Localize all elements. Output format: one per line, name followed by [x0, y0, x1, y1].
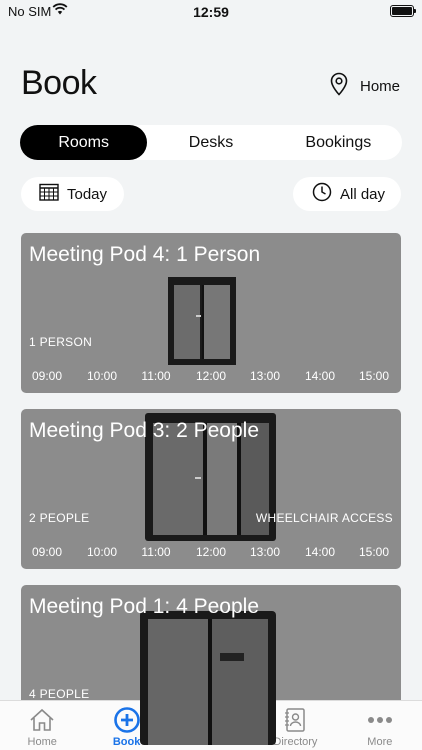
calendar-icon	[39, 183, 59, 205]
battery-icon	[390, 5, 416, 17]
location-selector[interactable]: Home	[330, 72, 400, 100]
tab-rooms[interactable]: Rooms	[20, 125, 148, 160]
room-accessibility: WHEELCHAIR ACCESS	[255, 511, 393, 525]
tab-home[interactable]: Home	[0, 701, 84, 750]
date-filter-label: Today	[67, 185, 108, 203]
timeslot[interactable]: 12:00	[193, 545, 229, 559]
view-segmented-control: Rooms Desks Bookings	[20, 125, 402, 160]
home-icon	[30, 708, 54, 731]
room-capacity: 2 PEOPLE	[29, 511, 90, 525]
clock: 12:59	[193, 4, 229, 20]
room-card[interactable]: Meeting Pod 3: 2 People 2 PEOPLE WHEELCH…	[21, 409, 401, 569]
room-capacity: 4 PEOPLE	[29, 687, 90, 701]
timeslot[interactable]: 13:00	[247, 545, 283, 559]
tab-book-label: Book	[112, 736, 141, 748]
timeslot[interactable]: 09:00	[29, 545, 65, 559]
tab-bookings[interactable]: Bookings	[275, 125, 402, 160]
contacts-book-icon	[285, 708, 306, 732]
timeslot-row: 09:00 10:00 11:00 12:00 13:00 14:00 15:0…	[21, 369, 401, 383]
timeslot[interactable]: 10:00	[84, 369, 120, 383]
date-filter-button[interactable]: Today	[21, 177, 124, 211]
page-title: Book	[21, 64, 97, 102]
meeting-pod-image	[140, 611, 276, 745]
room-title: Meeting Pod 3: 2 People	[29, 419, 259, 442]
tab-home-label: Home	[27, 736, 57, 748]
tab-more-label: More	[367, 736, 393, 748]
plus-circle-icon	[113, 707, 140, 733]
clock-icon	[312, 182, 332, 206]
ellipsis-icon	[367, 717, 392, 723]
map-pin-icon	[330, 72, 348, 100]
timeslot[interactable]: 11:00	[138, 369, 174, 383]
timeslot[interactable]: 09:00	[29, 369, 65, 383]
timeslot[interactable]: 14:00	[302, 369, 338, 383]
timeslot[interactable]: 11:00	[138, 545, 174, 559]
time-filter-label: All day	[340, 185, 386, 203]
meeting-pod-image	[168, 277, 236, 365]
timeslot[interactable]: 10:00	[84, 545, 120, 559]
timeslot-row: 09:00 10:00 11:00 12:00 13:00 14:00 15:0…	[21, 545, 401, 559]
timeslot[interactable]: 15:00	[356, 545, 392, 559]
tab-more[interactable]: More	[338, 701, 422, 750]
tab-desks[interactable]: Desks	[147, 125, 274, 160]
room-capacity: 1 PERSON	[29, 335, 93, 349]
timeslot[interactable]: 13:00	[247, 369, 283, 383]
tab-directory-label: Directory	[273, 736, 318, 748]
location-label: Home	[359, 77, 400, 95]
time-filter-button[interactable]: All day	[293, 177, 401, 211]
room-title: Meeting Pod 1: 4 People	[29, 595, 259, 618]
room-card[interactable]: Meeting Pod 4: 1 Person 1 PERSON 09:00 1…	[21, 233, 401, 393]
status-bar: No SIM 12:59	[0, 0, 422, 24]
timeslot[interactable]: 15:00	[356, 369, 392, 383]
timeslot[interactable]: 14:00	[302, 545, 338, 559]
timeslot[interactable]: 12:00	[193, 369, 229, 383]
room-title: Meeting Pod 4: 1 Person	[29, 243, 261, 266]
